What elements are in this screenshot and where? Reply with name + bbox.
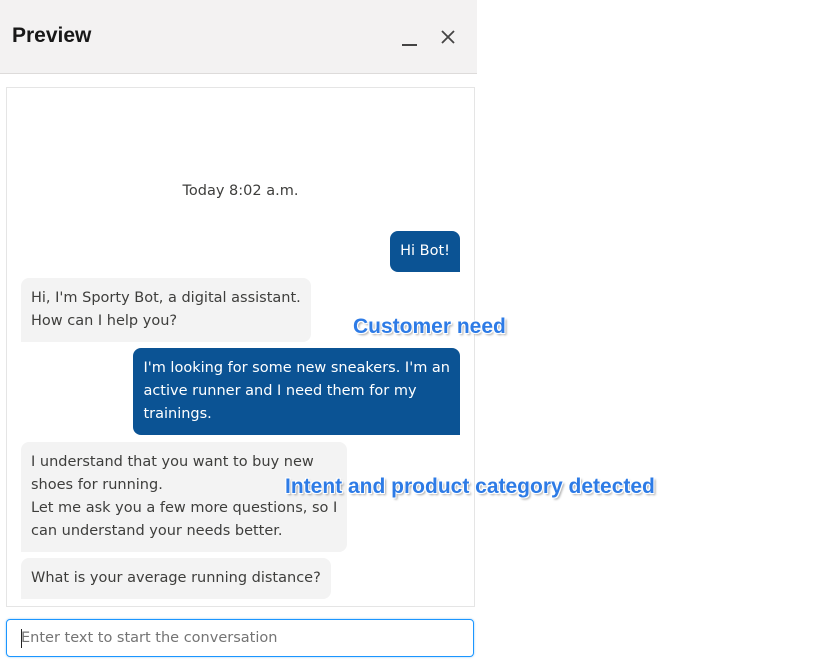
message-input-wrapper[interactable] [6,619,474,657]
message-line: Hi Bot! [400,243,450,259]
user-message: I'm looking for some new sneakers. I'm a… [133,348,460,435]
message-line: What is your average running distance? [31,570,321,586]
message-line: Hi, I'm Sporty Bot, a digital assistant. [31,290,301,306]
text-caret [21,629,22,648]
user-message: Hi Bot! [390,231,460,272]
bot-message: Hi, I'm Sporty Bot, a digital assistant.… [21,278,311,342]
conversation-timestamp: Today 8:02 a.m. [182,183,299,199]
annotation-intent-detected: Intent and product category detected [285,475,655,498]
annotation-customer-need: Customer need [353,315,506,338]
close-button[interactable] [436,25,460,49]
message-line: How can I help you? [31,313,178,329]
bot-message: What is your average running distance? [21,558,331,599]
message-line: active runner and I need them for my [143,383,417,399]
panel-title: Preview [12,24,92,47]
minimize-button[interactable] [398,27,422,51]
message-input[interactable] [21,620,461,656]
conversation-area[interactable]: Today 8:02 a.m. Hi Bot! Hi, I'm Sporty B… [6,87,475,607]
panel-header: Preview [0,0,477,74]
message-line: trainings. [143,406,212,422]
close-icon [441,30,455,44]
message-line: can understand your needs better. [31,523,283,539]
minimize-icon [402,44,417,46]
message-line: I'm looking for some new sneakers. I'm a… [143,360,450,376]
message-line: Let me ask you a few more questions, so … [31,500,338,516]
message-line: I understand that you want to buy new [31,454,314,470]
